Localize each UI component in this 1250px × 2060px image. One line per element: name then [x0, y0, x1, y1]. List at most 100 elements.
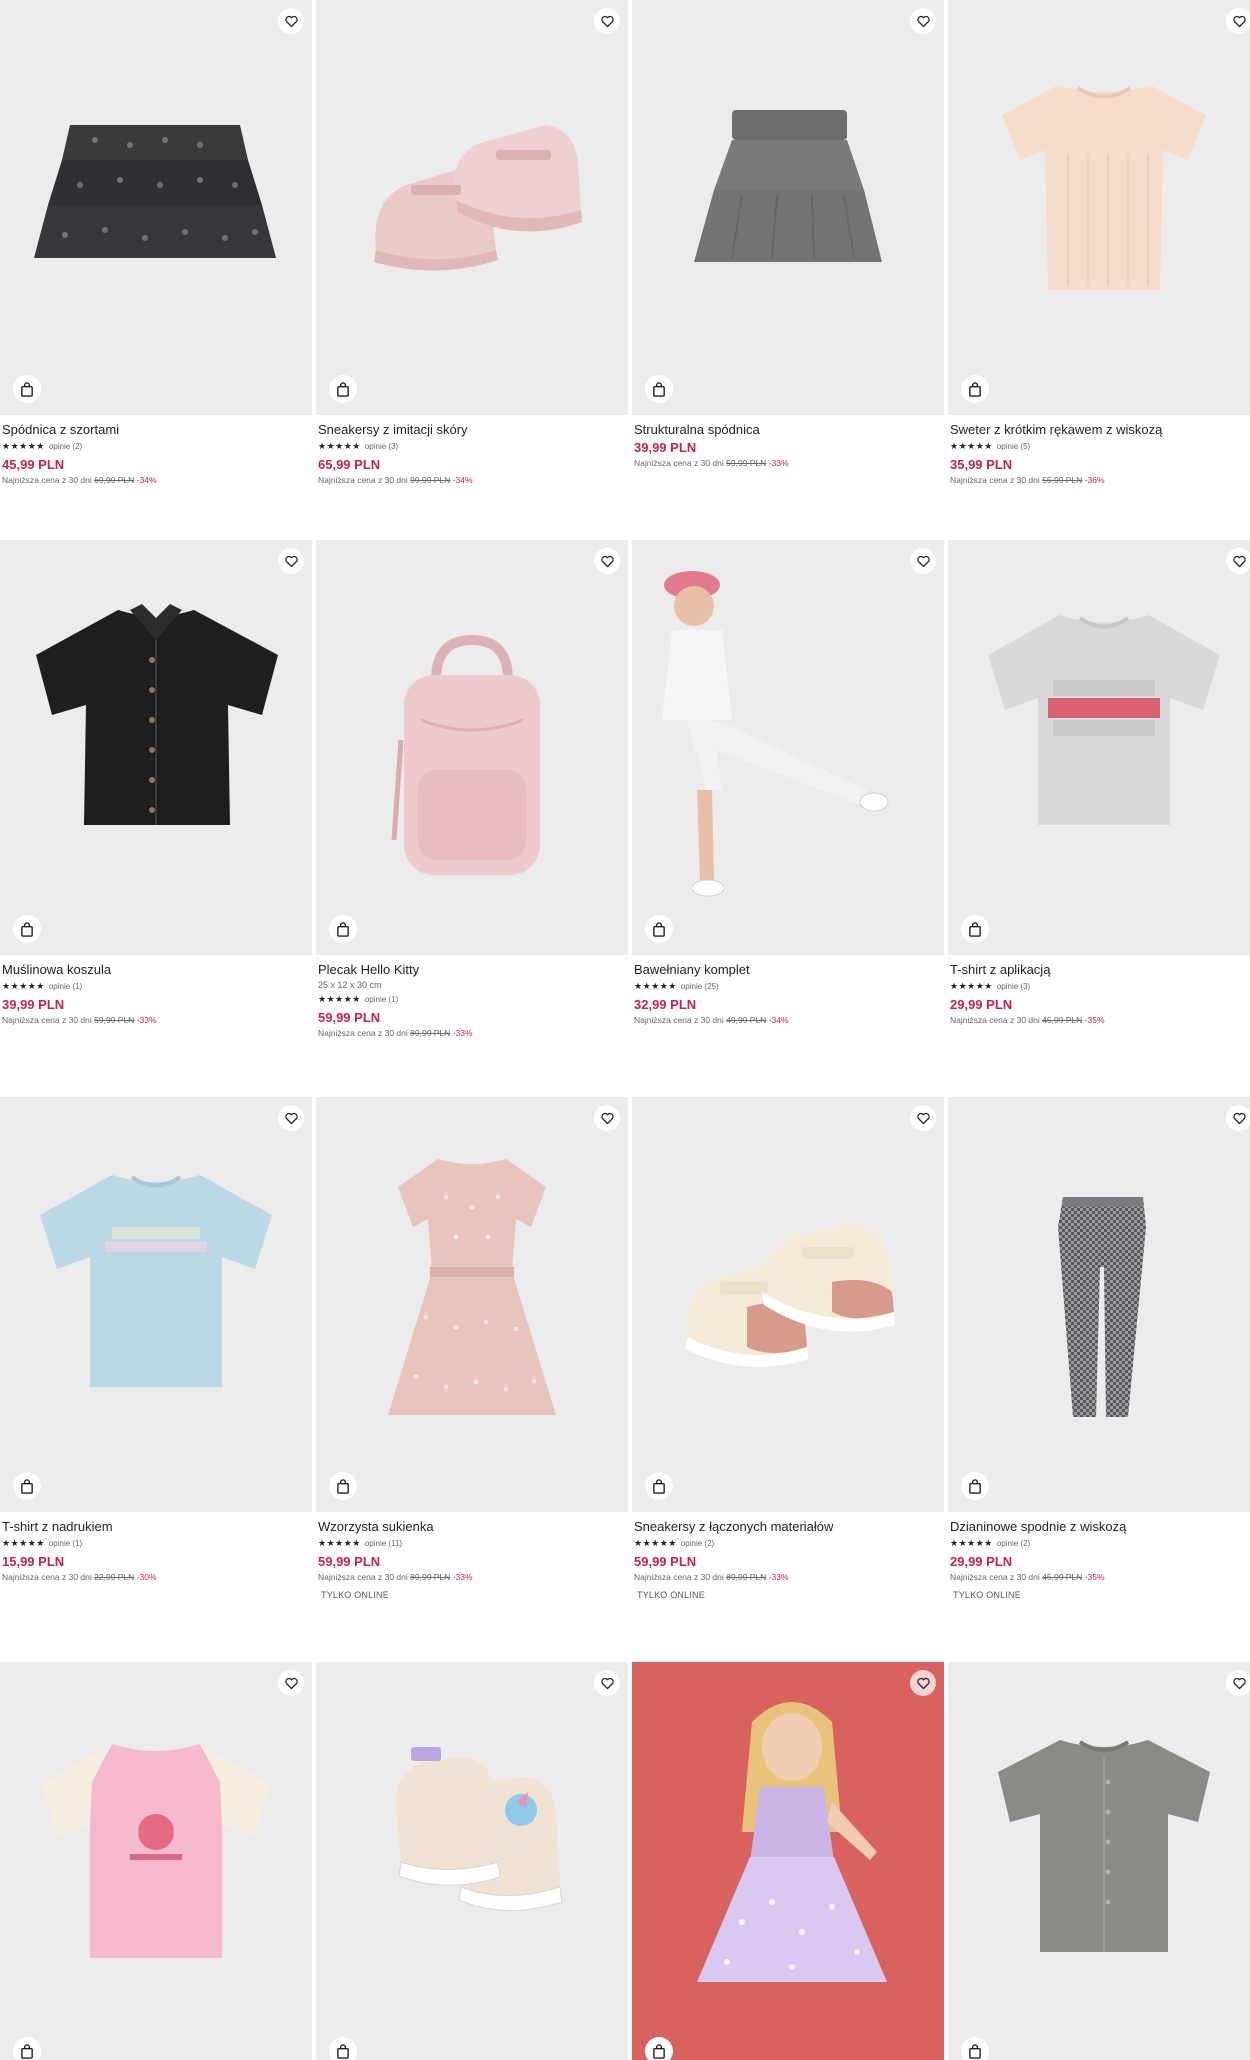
product-info: Dzianinowe spodnie z wiskozą ★★★★★ opini…: [950, 1519, 1250, 1600]
favorite-button[interactable]: [594, 1670, 620, 1696]
add-to-cart-button[interactable]: [645, 375, 673, 403]
add-to-cart-button[interactable]: [645, 915, 673, 943]
add-to-cart-button[interactable]: [13, 915, 41, 943]
product-image[interactable]: [632, 1097, 944, 1512]
old-price: 49,99 PLN: [726, 1015, 767, 1025]
review-count[interactable]: opinie (3): [997, 982, 1030, 991]
favorite-button[interactable]: [1226, 1105, 1250, 1131]
favorite-button[interactable]: [594, 8, 620, 34]
product-name[interactable]: Sweter z krótkim rękawem z wiskozą: [950, 422, 1250, 438]
favorite-button[interactable]: [278, 1670, 304, 1696]
product-image[interactable]: [632, 540, 944, 955]
product-image[interactable]: [632, 1662, 944, 2060]
add-to-cart-button[interactable]: [329, 375, 357, 403]
old-price: 55,99 PLN: [1042, 475, 1083, 485]
favorite-button[interactable]: [910, 1105, 936, 1131]
product-image[interactable]: [316, 1097, 628, 1512]
review-count[interactable]: opinie (1): [49, 1539, 82, 1548]
add-to-cart-button[interactable]: [13, 2037, 41, 2060]
favorite-button[interactable]: [910, 1670, 936, 1696]
add-to-cart-button[interactable]: [961, 375, 989, 403]
add-to-cart-button[interactable]: [645, 1472, 673, 1500]
review-count[interactable]: opinie (3): [365, 442, 398, 451]
product-image[interactable]: [316, 1662, 628, 2060]
review-count[interactable]: opinie (2): [49, 442, 82, 451]
product-image[interactable]: [0, 540, 312, 955]
review-count[interactable]: opinie (1): [365, 995, 398, 1004]
product-name[interactable]: T-shirt z nadrukiem: [2, 1519, 312, 1535]
product-info: Plecak Hello Kitty 25 x 12 x 30 cm ★★★★★…: [318, 962, 628, 1039]
product-photo-sweater: [1002, 85, 1206, 290]
add-to-cart-button[interactable]: [329, 915, 357, 943]
product-image[interactable]: [948, 1662, 1250, 2060]
star-icon: ★★★★★: [318, 1537, 361, 1548]
add-to-cart-button[interactable]: [961, 915, 989, 943]
discount: -35%: [1084, 1015, 1105, 1025]
heart-icon: [1232, 555, 1246, 567]
product-name[interactable]: Sneakersy z imitacji skóry: [318, 422, 628, 438]
favorite-button[interactable]: [910, 8, 936, 34]
favorite-button[interactable]: [278, 548, 304, 574]
product-info: T-shirt z nadrukiem ★★★★★ opinie (1) 15,…: [2, 1519, 312, 1583]
favorite-button[interactable]: [594, 1105, 620, 1131]
star-icon: ★★★★★: [950, 1537, 993, 1548]
product-name[interactable]: Plecak Hello Kitty: [318, 962, 628, 978]
lowest-price-label: Najniższa cena z 30 dni: [634, 1015, 724, 1025]
product-price: 39,99 PLN: [2, 997, 65, 1012]
product-name[interactable]: Muślinowa koszula: [2, 962, 312, 978]
add-to-cart-button[interactable]: [13, 1472, 41, 1500]
heart-icon: [284, 1112, 298, 1124]
product-image[interactable]: [316, 540, 628, 955]
shopping-bag-icon: [21, 921, 33, 937]
product-photo-skirt: [694, 110, 882, 262]
product-image[interactable]: [316, 0, 628, 415]
heart-icon: [1232, 1112, 1246, 1124]
product-rating: ★★★★★ opinie (2): [950, 1537, 1250, 1549]
product-name[interactable]: Wzorzysta sukienka: [318, 1519, 628, 1535]
product-image[interactable]: [948, 540, 1250, 955]
product-image[interactable]: [0, 1097, 312, 1512]
product-photo-girl-outfit: [662, 571, 889, 897]
product-name[interactable]: Strukturalna spódnica: [634, 422, 944, 438]
product-name[interactable]: Bawełniany komplet: [634, 962, 944, 978]
heart-icon: [1232, 1677, 1246, 1689]
review-count[interactable]: opinie (5): [997, 442, 1030, 451]
add-to-cart-button[interactable]: [13, 375, 41, 403]
lowest-price-info: Najniższa cena z 30 dni 59,99 PLN -33%: [2, 1014, 312, 1026]
product-name[interactable]: Sneakersy z łączonych materiałów: [634, 1519, 944, 1535]
product-name[interactable]: Dzianinowe spodnie z wiskozą: [950, 1519, 1250, 1535]
add-to-cart-button[interactable]: [329, 2037, 357, 2060]
product-image[interactable]: [0, 1662, 312, 2060]
product-rating: ★★★★★ opinie (2): [634, 1537, 944, 1549]
review-count[interactable]: opinie (11): [365, 1539, 402, 1548]
product-name[interactable]: Spódnica z szortami: [2, 422, 312, 438]
product-image[interactable]: [632, 0, 944, 415]
favorite-button[interactable]: [278, 8, 304, 34]
favorite-button[interactable]: [594, 548, 620, 574]
lowest-price-info: Najniższa cena z 30 dni 89,99 PLN -33%: [634, 1571, 944, 1583]
favorite-button[interactable]: [1226, 1670, 1250, 1696]
old-price: 45,99 PLN: [1042, 1015, 1083, 1025]
add-to-cart-button[interactable]: [961, 1472, 989, 1500]
product-image[interactable]: [948, 0, 1250, 415]
add-to-cart-button[interactable]: [961, 2037, 989, 2060]
product-image[interactable]: [948, 1097, 1250, 1512]
product-name[interactable]: T-shirt z aplikacją: [950, 962, 1250, 978]
shopping-bag-icon: [337, 381, 349, 397]
add-to-cart-button[interactable]: [329, 1472, 357, 1500]
review-count[interactable]: opinie (25): [681, 982, 719, 991]
add-to-cart-button[interactable]: [645, 2037, 673, 2060]
discount: -33%: [452, 1028, 473, 1038]
favorite-button[interactable]: [278, 1105, 304, 1131]
product-photo-sneakers: [374, 125, 582, 271]
product-info: Strukturalna spódnica 39,99 PLN Najniższ…: [634, 422, 944, 469]
product-image[interactable]: [0, 0, 312, 415]
favorite-button[interactable]: [910, 548, 936, 574]
favorite-button[interactable]: [1226, 8, 1250, 34]
review-count[interactable]: opinie (1): [49, 982, 82, 991]
lowest-price-label: Najniższa cena z 30 dni: [2, 1015, 92, 1025]
favorite-button[interactable]: [1226, 548, 1250, 574]
discount: -34%: [452, 475, 473, 485]
review-count[interactable]: opinie (2): [681, 1539, 714, 1548]
review-count[interactable]: opinie (2): [997, 1539, 1030, 1548]
